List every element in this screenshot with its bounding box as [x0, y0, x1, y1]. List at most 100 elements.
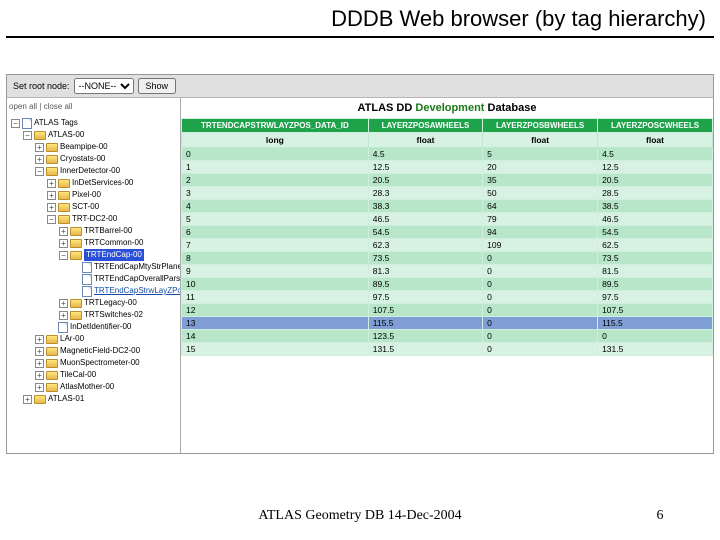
data-cell: 8	[182, 252, 369, 265]
tree-node[interactable]: + TRTBarrel-00	[57, 225, 178, 237]
tree-node[interactable]: + TRTLegacy-00	[57, 297, 178, 309]
table-row[interactable]: 04.554.5	[182, 148, 713, 161]
tree-node[interactable]: TRTEndCapMtyStrPlanes-00	[69, 261, 178, 273]
data-cell: 6	[182, 226, 369, 239]
table-row[interactable]: 112.52012.5	[182, 161, 713, 174]
tree-node[interactable]: + MuonSpectrometer-00	[33, 357, 178, 369]
collapse-icon[interactable]: −	[47, 215, 56, 224]
table-row[interactable]: 762.310962.5	[182, 239, 713, 252]
tree-label[interactable]: TRTEndCapOverallPars-00	[94, 273, 181, 285]
open-all-link[interactable]: open all	[9, 102, 37, 111]
tree-label[interactable]: AtlasMother-00	[60, 381, 114, 393]
tree-label[interactable]: TRTLegacy-00	[84, 297, 137, 309]
tree-label[interactable]: TRTEndCapMtyStrPlanes-00	[94, 261, 181, 273]
tree-label[interactable]: LAr-00	[60, 333, 84, 345]
root-node-select[interactable]: --NONE--	[74, 78, 134, 94]
tree-label[interactable]: Pixel-00	[72, 189, 101, 201]
table-row[interactable]: 438.36438.5	[182, 200, 713, 213]
table-row[interactable]: 981.3081.5	[182, 265, 713, 278]
tree-label[interactable]: MuonSpectrometer-00	[60, 357, 140, 369]
expand-icon[interactable]: +	[35, 155, 44, 164]
expand-icon[interactable]: +	[47, 203, 56, 212]
tree-node[interactable]: + TileCal-00	[33, 369, 178, 381]
tree-node[interactable]: + Pixel-00	[45, 189, 178, 201]
document-icon	[82, 286, 92, 297]
tree-node[interactable]: − TRTEndCap-00	[57, 249, 178, 261]
expand-icon[interactable]: +	[35, 335, 44, 344]
tree-label[interactable]: Beampipe-00	[60, 141, 108, 153]
tree-node[interactable]: − ATLAS Tags	[9, 117, 178, 129]
data-cell: 97.5	[598, 291, 713, 304]
table-row[interactable]: 546.57946.5	[182, 213, 713, 226]
expand-icon[interactable]: +	[59, 311, 68, 320]
tree-node[interactable]: − TRT-DC2-00	[45, 213, 178, 225]
tree-label[interactable]: MagneticField-DC2-00	[60, 345, 140, 357]
tree-node[interactable]: + Cryostats-00	[33, 153, 178, 165]
tree-node[interactable]: + ATLAS-01	[21, 393, 178, 405]
tree-node[interactable]: + InDetServices-00	[45, 177, 178, 189]
tree-label[interactable]: TRTEndCap-00	[84, 249, 144, 261]
tree-label[interactable]: InDetIdentifier-00	[70, 321, 131, 333]
expand-icon[interactable]: +	[59, 299, 68, 308]
table-row[interactable]: 13115.50115.5	[182, 317, 713, 330]
tree-label[interactable]: ATLAS-00	[48, 129, 84, 141]
table-row[interactable]: 873.5073.5	[182, 252, 713, 265]
tree-node[interactable]: + Beampipe-00	[33, 141, 178, 153]
tree-node[interactable]: + MagneticField-DC2-00	[33, 345, 178, 357]
expand-icon[interactable]: +	[35, 371, 44, 380]
tree-label[interactable]: InDetServices-00	[72, 177, 133, 189]
expand-icon[interactable]: +	[59, 239, 68, 248]
tree-node[interactable]: InDetIdentifier-00	[45, 321, 178, 333]
tree-label[interactable]: TileCal-00	[60, 369, 96, 381]
tree-node[interactable]: + TRTCommon-00	[57, 237, 178, 249]
tree-label[interactable]: TRTBarrel-00	[84, 225, 132, 237]
tree-node[interactable]: + SCT-00	[45, 201, 178, 213]
data-cell: 89.5	[368, 278, 482, 291]
collapse-icon[interactable]: −	[11, 119, 20, 128]
data-cell: 0	[483, 278, 598, 291]
tree-node[interactable]: TRTEndCapOverallPars-00	[69, 273, 178, 285]
close-all-link[interactable]: close all	[44, 102, 73, 111]
tree-label[interactable]: Cryostats-00	[60, 153, 105, 165]
tree-label[interactable]: TRTCommon-00	[84, 237, 143, 249]
tree-label[interactable]: ATLAS-01	[48, 393, 84, 405]
document-icon	[58, 322, 68, 333]
table-row[interactable]: 15131.50131.5	[182, 343, 713, 356]
table-row[interactable]: 654.59454.5	[182, 226, 713, 239]
tree-label[interactable]: InnerDetector-00	[60, 165, 120, 177]
expand-icon[interactable]: +	[59, 227, 68, 236]
data-cell: 38.3	[368, 200, 482, 213]
collapse-icon[interactable]: −	[23, 131, 32, 140]
expand-icon[interactable]: +	[47, 191, 56, 200]
expand-icon[interactable]: +	[35, 359, 44, 368]
tree-node[interactable]: + AtlasMother-00	[33, 381, 178, 393]
table-row[interactable]: 328.35028.5	[182, 187, 713, 200]
tree-node[interactable]: TRTEndCapStrwLayZPos-00	[69, 285, 178, 297]
tree-label[interactable]: TRTEndCapStrwLayZPos-00	[94, 285, 181, 297]
tree-node[interactable]: − ATLAS-00	[21, 129, 178, 141]
tree-node[interactable]: + TRTSwitches-02	[57, 309, 178, 321]
tree-pane[interactable]: open all | close all −ATLAS Tags−ATLAS-0…	[7, 98, 181, 453]
show-button[interactable]: Show	[138, 78, 177, 94]
table-row[interactable]: 14123.500	[182, 330, 713, 343]
expand-icon[interactable]: +	[35, 143, 44, 152]
table-row[interactable]: 1197.5097.5	[182, 291, 713, 304]
collapse-icon[interactable]: −	[59, 251, 68, 260]
collapse-icon[interactable]: −	[35, 167, 44, 176]
expand-icon[interactable]: +	[23, 395, 32, 404]
type-cell: float	[483, 133, 598, 148]
tree-label[interactable]: ATLAS Tags	[34, 117, 78, 129]
table-row[interactable]: 220.53520.5	[182, 174, 713, 187]
tree-node[interactable]: + LAr-00	[33, 333, 178, 345]
tree-label[interactable]: TRTSwitches-02	[84, 309, 143, 321]
tree-node[interactable]: − InnerDetector-00	[33, 165, 178, 177]
table-row[interactable]: 12107.50107.5	[182, 304, 713, 317]
expand-icon[interactable]: +	[35, 383, 44, 392]
expand-icon[interactable]: +	[47, 179, 56, 188]
tree-label[interactable]: TRT-DC2-00	[72, 213, 117, 225]
data-cell: 46.5	[368, 213, 482, 226]
tree-label[interactable]: SCT-00	[72, 201, 99, 213]
table-row[interactable]: 1089.5089.5	[182, 278, 713, 291]
data-cell: 0	[483, 317, 598, 330]
expand-icon[interactable]: +	[35, 347, 44, 356]
